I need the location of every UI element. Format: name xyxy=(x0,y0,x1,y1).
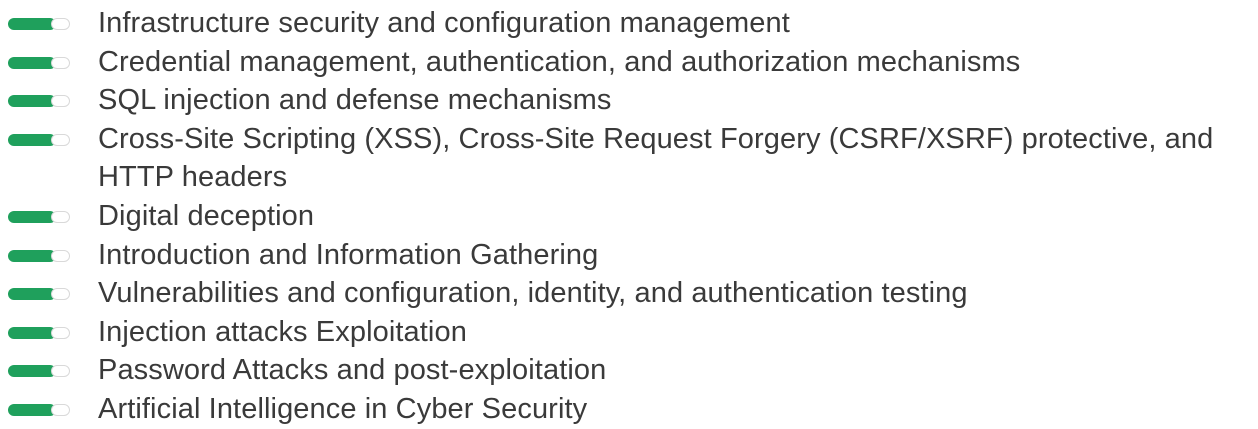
toggle-bullet-icon xyxy=(8,95,70,108)
topic-label: Injection attacks Exploitation xyxy=(98,315,467,348)
toggle-bullet-icon xyxy=(8,326,70,339)
list-item: Digital deception xyxy=(0,197,1258,236)
toggle-bullet-icon xyxy=(8,133,70,146)
topic-label: Vulnerabilities and configuration, ident… xyxy=(98,277,968,310)
toggle-bullet-icon xyxy=(8,288,70,301)
list-item: Vulnerabilities and configuration, ident… xyxy=(0,274,1258,313)
topic-label: Artificial Intelligence in Cyber Securit… xyxy=(98,392,588,425)
list-item: Injection attacks Exploitation xyxy=(0,313,1258,352)
list-item: SQL injection and defense mechanisms xyxy=(0,81,1258,120)
list-item: Infrastructure security and configuratio… xyxy=(0,4,1258,43)
topic-label: Password Attacks and post-exploitation xyxy=(98,354,607,387)
list-item: Cross-Site Scripting (XSS), Cross-Site R… xyxy=(0,120,1258,197)
topic-label: Credential management, authentication, a… xyxy=(98,45,1021,78)
toggle-bullet-icon xyxy=(8,210,70,223)
toggle-bullet-icon xyxy=(8,365,70,378)
topic-label: SQL injection and defense mechanisms xyxy=(98,84,612,117)
topic-label: Digital deception xyxy=(98,199,315,232)
list-item: Introduction and Information Gathering xyxy=(0,236,1258,275)
list-item: Artificial Intelligence in Cyber Securit… xyxy=(0,390,1258,429)
list-item: Credential management, authentication, a… xyxy=(0,43,1258,82)
topic-label: Introduction and Information Gathering xyxy=(98,238,599,271)
toggle-bullet-icon xyxy=(8,249,70,262)
topic-label: Infrastructure security and configuratio… xyxy=(98,7,790,39)
topic-list: Infrastructure security and configuratio… xyxy=(0,0,1258,429)
toggle-bullet-icon xyxy=(8,18,70,30)
list-item: Password Attacks and post-exploitation xyxy=(0,351,1258,390)
toggle-bullet-icon xyxy=(8,403,70,416)
topic-label: Cross-Site Scripting (XSS), Cross-Site R… xyxy=(98,122,1214,194)
toggle-bullet-icon xyxy=(8,56,70,69)
